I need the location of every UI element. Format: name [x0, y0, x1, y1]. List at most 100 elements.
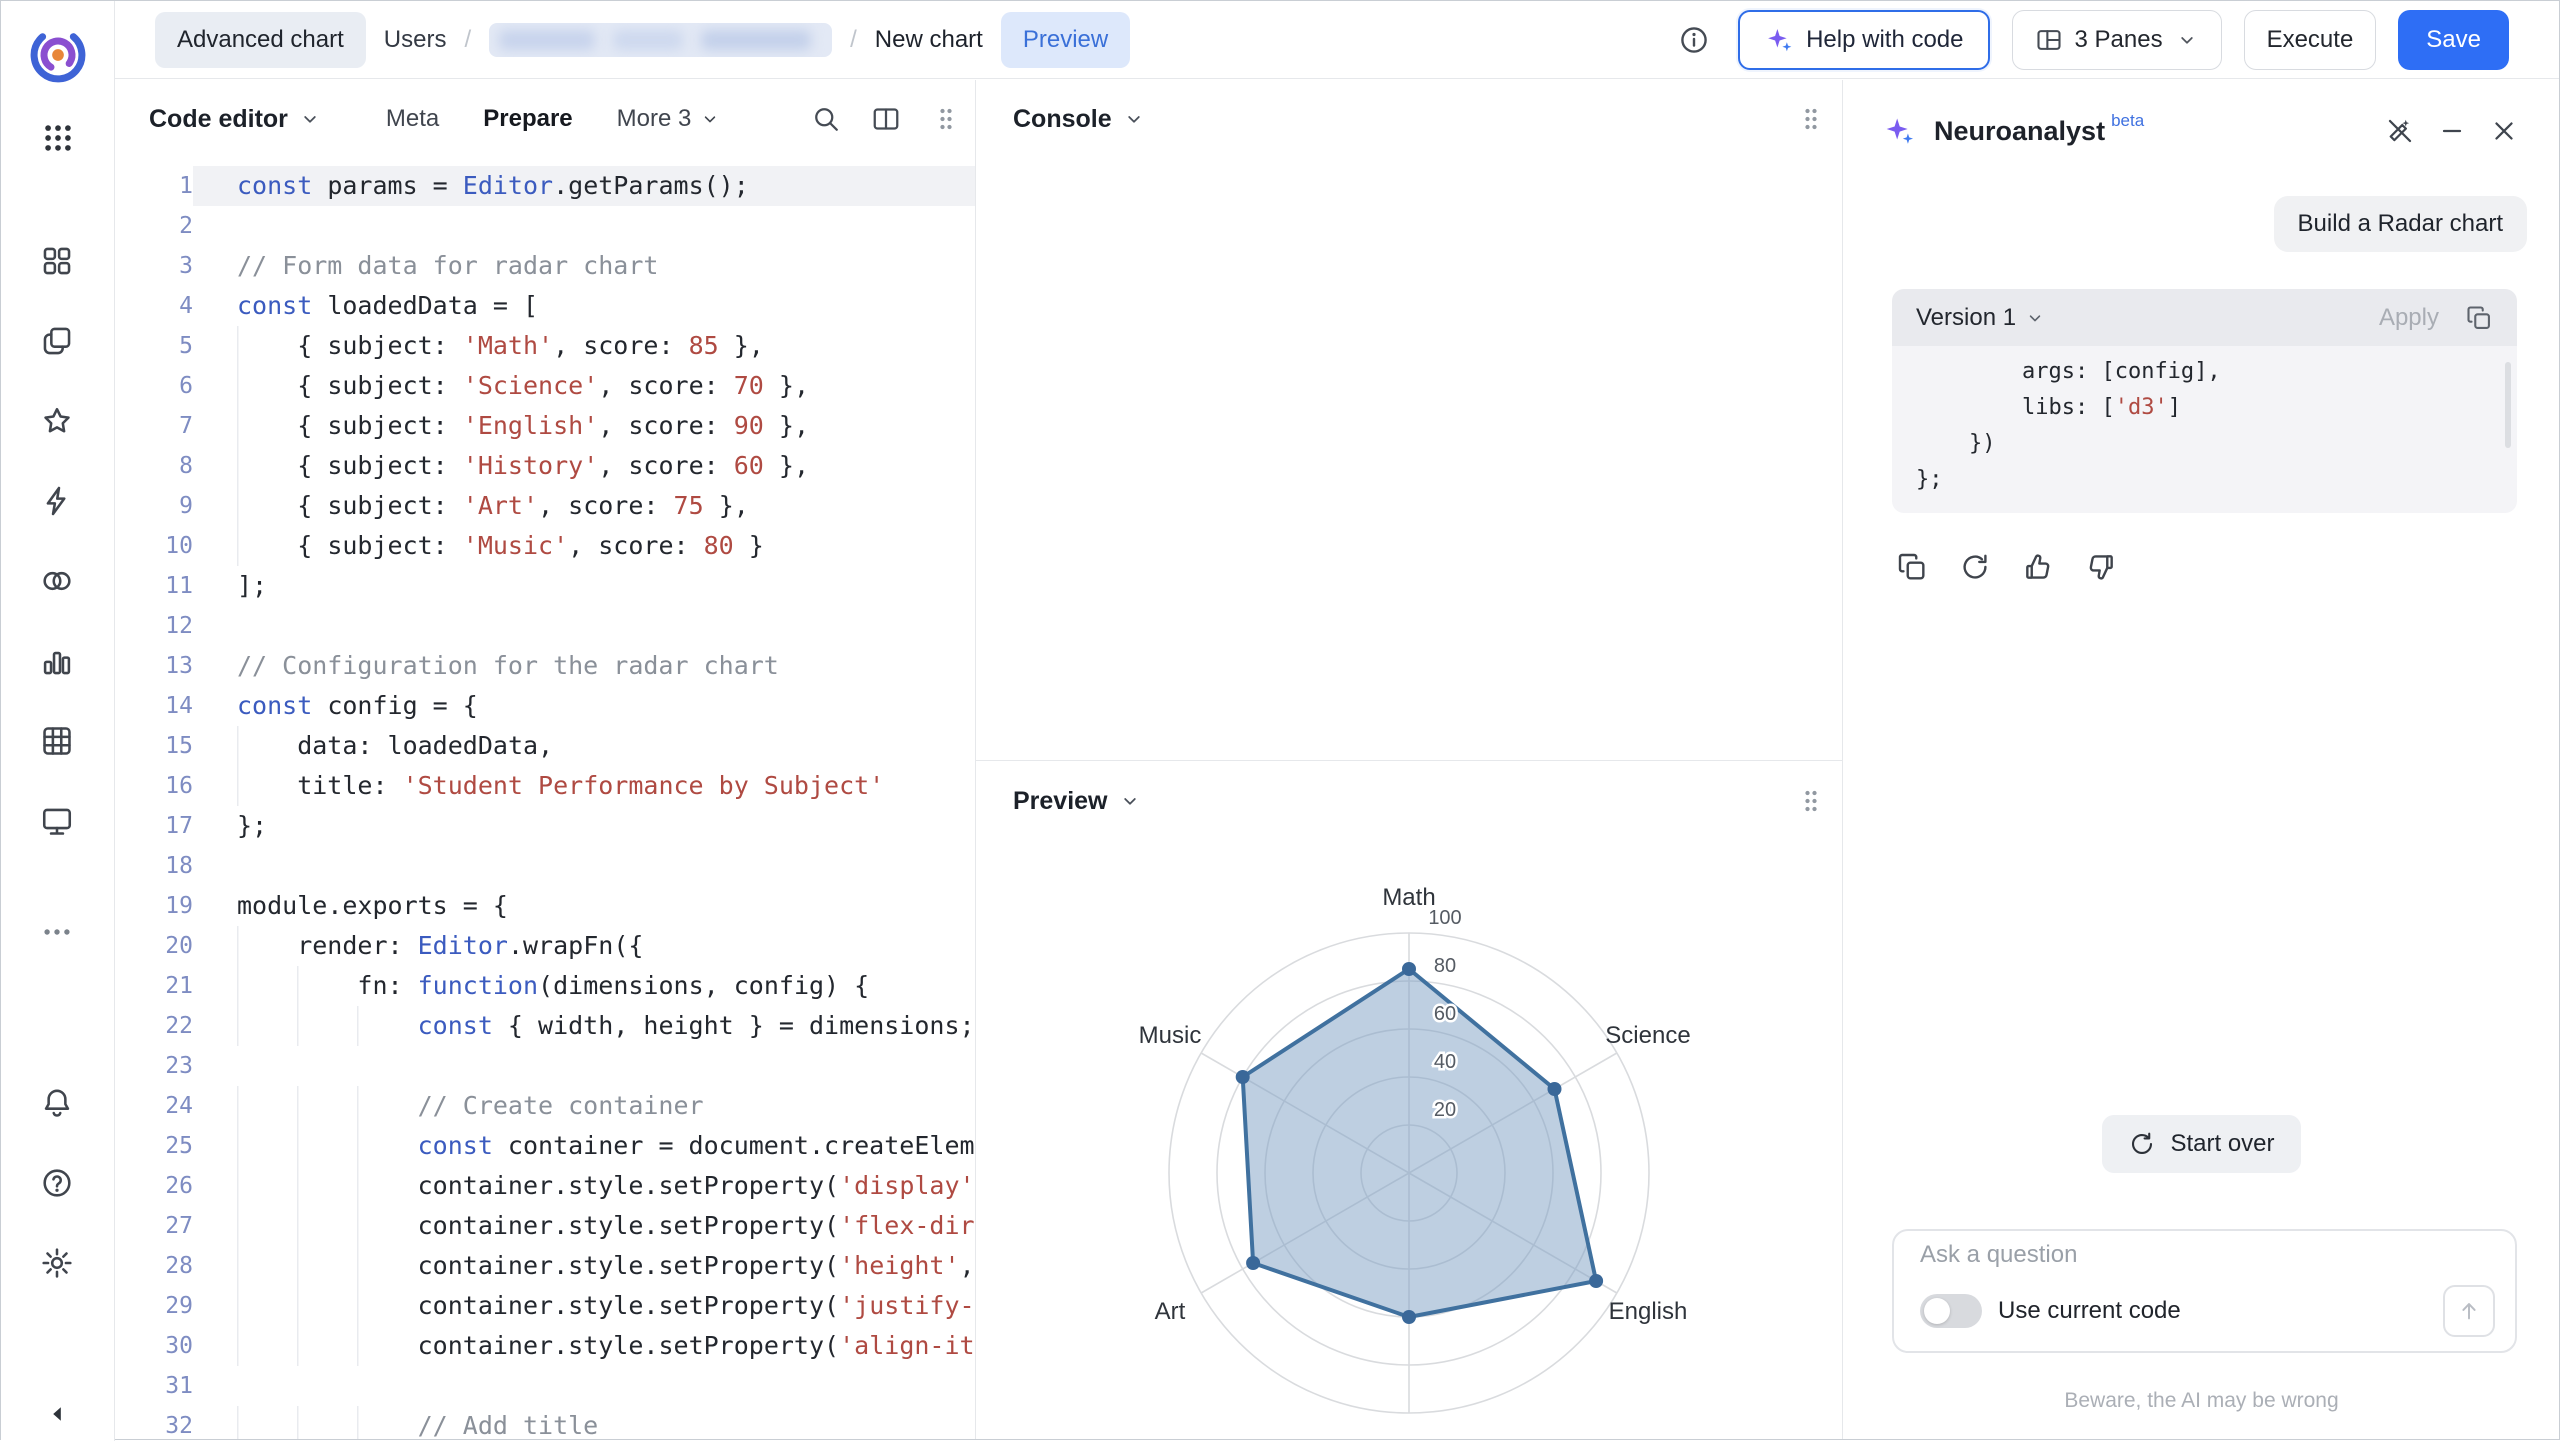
- svg-text:Science: Science: [1605, 1022, 1690, 1049]
- code-line[interactable]: 28 container.style.setProperty('height',…: [115, 1246, 975, 1286]
- question-input[interactable]: [1920, 1241, 2495, 1269]
- info-icon[interactable]: [1678, 24, 1710, 56]
- magic-wand-off-icon[interactable]: [2385, 116, 2415, 146]
- code-line[interactable]: 2: [115, 206, 975, 246]
- thumb-up-icon[interactable]: [2022, 551, 2054, 583]
- start-over-button[interactable]: Start over: [2102, 1115, 2300, 1173]
- svg-text:English: English: [1609, 1298, 1688, 1325]
- question-input-card[interactable]: Use current code: [1892, 1229, 2517, 1353]
- code-line[interactable]: 23: [115, 1046, 975, 1086]
- code-line[interactable]: 14const config = {: [115, 686, 975, 726]
- version-dropdown[interactable]: Version 1: [1916, 304, 2046, 332]
- code-line[interactable]: 7 { subject: 'English', score: 90 },: [115, 406, 975, 446]
- use-current-code-toggle[interactable]: [1920, 1294, 1982, 1328]
- tab-meta[interactable]: Meta: [386, 105, 439, 133]
- scrollbar-thumb[interactable]: [2505, 362, 2511, 448]
- code-line[interactable]: 27 container.style.setProperty('flex-dir…: [115, 1206, 975, 1246]
- ellipsis-icon[interactable]: [40, 915, 74, 949]
- line-number: 23: [115, 1046, 193, 1086]
- line-number: 10: [115, 526, 193, 566]
- chart-type-chip[interactable]: Advanced chart: [155, 12, 366, 68]
- drag-handle-icon[interactable]: [1796, 104, 1826, 134]
- code-line[interactable]: 13// Configuration for the radar chart: [115, 646, 975, 686]
- code-line[interactable]: 9 { subject: 'Art', score: 75 },: [115, 486, 975, 526]
- lightning-icon[interactable]: [40, 484, 74, 518]
- minimize-icon[interactable]: [2437, 116, 2467, 146]
- bar-chart-icon[interactable]: [40, 644, 74, 678]
- bell-icon[interactable]: [40, 1086, 74, 1120]
- execute-button[interactable]: Execute: [2244, 10, 2377, 70]
- code-line[interactable]: 31: [115, 1366, 975, 1406]
- apps-grid-icon[interactable]: [41, 121, 75, 155]
- tab-prepare[interactable]: Prepare: [483, 105, 572, 133]
- code-line[interactable]: 10 { subject: 'Music', score: 80 }: [115, 526, 975, 566]
- refresh-icon[interactable]: [1959, 551, 1991, 583]
- code-line[interactable]: 29 container.style.setProperty('justify-…: [115, 1286, 975, 1326]
- save-button[interactable]: Save: [2398, 10, 2509, 70]
- code-line[interactable]: 4const loadedData = [: [115, 286, 975, 326]
- code-line[interactable]: 25 const container = document.createElem…: [115, 1126, 975, 1166]
- panes-button[interactable]: 3 Panes: [2012, 10, 2222, 70]
- copy-icon[interactable]: [2465, 304, 2493, 332]
- layers-icon[interactable]: [40, 324, 74, 358]
- drag-handle-icon[interactable]: [1796, 786, 1826, 816]
- monitor-icon[interactable]: [40, 804, 74, 838]
- code-editor[interactable]: 1const params = Editor.getParams();23// …: [115, 158, 975, 1439]
- code-line[interactable]: 20 render: Editor.wrapFn({: [115, 926, 975, 966]
- drag-handle-icon[interactable]: [931, 104, 961, 134]
- grid-icon[interactable]: [40, 724, 74, 758]
- linked-circles-icon[interactable]: [40, 564, 74, 598]
- line-number: 32: [115, 1406, 193, 1439]
- start-over-label: Start over: [2170, 1130, 2274, 1158]
- code-line[interactable]: 18: [115, 846, 975, 886]
- code-line[interactable]: 19module.exports = {: [115, 886, 975, 926]
- star-icon[interactable]: [40, 404, 74, 438]
- help-with-code-button[interactable]: Help with code: [1738, 10, 1989, 70]
- copy-icon[interactable]: [1896, 551, 1928, 583]
- breadcrumb-users[interactable]: Users: [384, 26, 447, 54]
- code-line[interactable]: 16 title: 'Student Performance by Subjec…: [115, 766, 975, 806]
- send-button[interactable]: [2443, 1285, 2495, 1337]
- help-icon[interactable]: [40, 1166, 74, 1200]
- split-view-icon[interactable]: [871, 104, 901, 134]
- code-line[interactable]: 26 container.style.setProperty('display'…: [115, 1166, 975, 1206]
- code-line[interactable]: 1const params = Editor.getParams();: [115, 166, 975, 206]
- code-line[interactable]: 24 // Create container: [115, 1086, 975, 1126]
- close-icon[interactable]: [2489, 116, 2519, 146]
- line-number: 12: [115, 606, 193, 646]
- editor-title: Code editor: [149, 105, 288, 134]
- code-line[interactable]: 17};: [115, 806, 975, 846]
- search-icon[interactable]: [811, 104, 841, 134]
- gear-icon[interactable]: [40, 1246, 74, 1280]
- collapse-sidebar-button[interactable]: [45, 1401, 71, 1427]
- app-logo[interactable]: [30, 27, 86, 83]
- code-line[interactable]: 11];: [115, 566, 975, 606]
- code-line[interactable]: 22 const { width, height } = dimensions;: [115, 1006, 975, 1046]
- line-number: 2: [115, 206, 193, 246]
- code-line[interactable]: 12: [115, 606, 975, 646]
- thumb-down-icon[interactable]: [2085, 551, 2117, 583]
- line-number: 13: [115, 646, 193, 686]
- apply-button[interactable]: Apply: [2379, 304, 2439, 332]
- code-line[interactable]: 3// Form data for radar chart: [115, 246, 975, 286]
- breadcrumb-masked-segment[interactable]: [489, 23, 832, 57]
- preview-mode-chip[interactable]: Preview: [1001, 12, 1130, 68]
- sidebar-bottom-nav: [1, 1086, 113, 1280]
- code-line[interactable]: 6 { subject: 'Science', score: 70 },: [115, 366, 975, 406]
- preview-title-dropdown[interactable]: Preview: [1013, 787, 1142, 816]
- code-line[interactable]: 21 fn: function(dimensions, config) {: [115, 966, 975, 1006]
- line-number: 21: [115, 966, 193, 1006]
- radar-chart: 20406080100MathScienceEnglishHistoryArtM…: [976, 840, 1842, 1439]
- code-line[interactable]: 30 container.style.setProperty('align-it…: [115, 1326, 975, 1366]
- code-line[interactable]: 32 // Add title: [115, 1406, 975, 1439]
- code-line[interactable]: 5 { subject: 'Math', score: 85 },: [115, 326, 975, 366]
- four-squares-icon[interactable]: [40, 244, 74, 278]
- console-title-dropdown[interactable]: Console: [1013, 105, 1146, 134]
- ai-disclaimer: Beware, the AI may be wrong: [1844, 1389, 2559, 1413]
- chevron-down-icon: [1122, 107, 1146, 131]
- tab-more[interactable]: More 3: [617, 105, 722, 133]
- code-line[interactable]: 8 { subject: 'History', score: 60 },: [115, 446, 975, 486]
- help-with-code-label: Help with code: [1806, 26, 1963, 54]
- code-line[interactable]: 15 data: loadedData,: [115, 726, 975, 766]
- editor-title-dropdown[interactable]: Code editor: [149, 105, 322, 134]
